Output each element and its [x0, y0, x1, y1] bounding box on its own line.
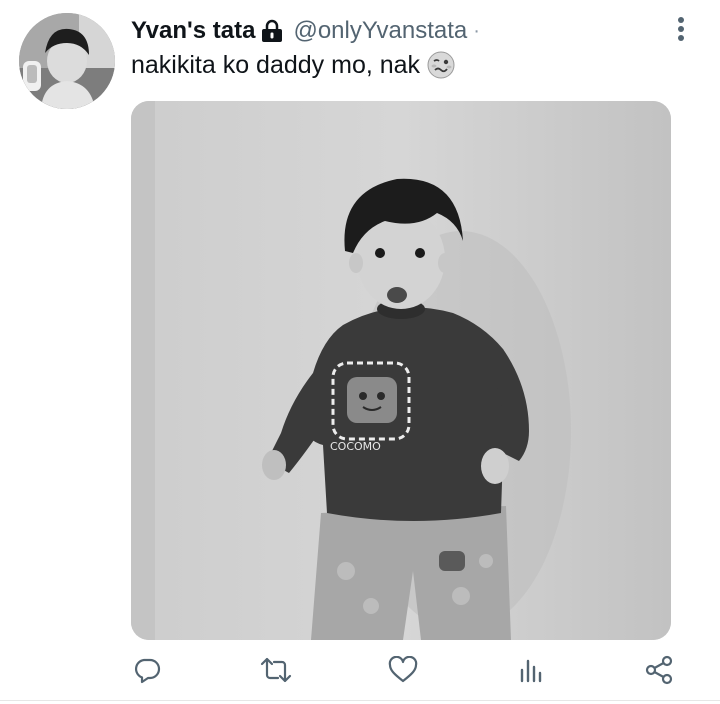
tweet-body: nakikita ko daddy mo, nak: [131, 50, 456, 80]
tweet-header: Yvan's tata @onlyYvanstata ·: [131, 15, 480, 47]
author-handle[interactable]: @onlyYvanstata: [293, 17, 467, 45]
views-button[interactable]: [511, 650, 551, 690]
woozy-face-emoji-icon: [426, 50, 456, 80]
avatar-photo: [19, 13, 115, 109]
share-icon: [645, 655, 673, 685]
tweet-photo[interactable]: COCOMO: [131, 101, 671, 640]
tweet-text: nakikita ko daddy mo, nak: [131, 50, 421, 79]
separator-dot: ·: [473, 19, 480, 42]
retweet-button[interactable]: [256, 650, 296, 690]
avatar[interactable]: [19, 13, 115, 109]
tweet: Yvan's tata @onlyYvanstata · nakikita ko…: [0, 0, 720, 704]
like-button[interactable]: [383, 650, 423, 690]
svg-text:COCOMO: COCOMO: [330, 440, 381, 453]
action-bar: [0, 650, 720, 690]
more-vertical-icon[interactable]: [670, 14, 692, 44]
heart-icon: [388, 656, 418, 683]
lock-icon: [261, 19, 283, 43]
author-display-name[interactable]: Yvan's tata: [131, 17, 255, 45]
reply-icon: [135, 658, 161, 684]
analytics-icon: [520, 659, 542, 683]
photo-of-child: COCOMO: [131, 101, 671, 640]
divider: [0, 700, 720, 701]
retweet-icon: [260, 657, 292, 683]
reply-button[interactable]: [127, 650, 167, 690]
share-button[interactable]: [639, 650, 679, 690]
